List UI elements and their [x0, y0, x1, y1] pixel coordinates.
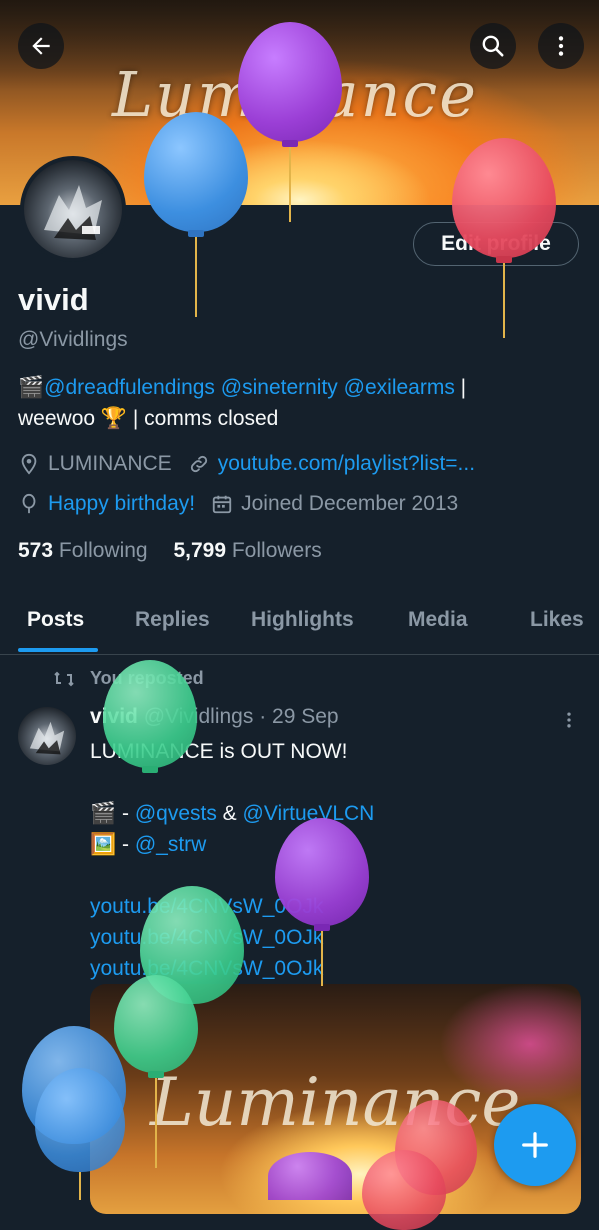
bio-mention-exilearms[interactable]: @exilearms — [344, 376, 455, 399]
bio-separator: | — [454, 376, 467, 399]
profile-meta-row-2: Happy birthday! Joined December 2013 — [18, 492, 458, 516]
tab-posts[interactable]: Posts — [27, 608, 84, 632]
tab-replies[interactable]: Replies — [135, 608, 210, 632]
tab-media[interactable]: Media — [408, 608, 468, 632]
search-icon — [482, 35, 504, 57]
avatar-art — [44, 185, 102, 240]
profile-avatar[interactable] — [20, 156, 126, 262]
mention-strw[interactable]: @_strw — [135, 833, 207, 856]
compose-post-button[interactable] — [494, 1104, 576, 1186]
followers-link[interactable]: 5,799 Followers — [173, 539, 321, 562]
location-icon — [21, 453, 37, 475]
followers-count: 5,799 — [173, 539, 227, 562]
bio-mention-sineternity[interactable]: @sineternity — [221, 376, 338, 399]
profile-joined-date: Joined December 2013 — [241, 492, 459, 515]
repost-icon — [54, 671, 74, 686]
profile-location: LUMINANCE — [48, 452, 172, 475]
profile-tabs: Posts Replies Highlights Media Likes — [0, 598, 599, 655]
active-tab-indicator — [18, 648, 98, 652]
avatar-art — [29, 721, 65, 755]
profile-handle: @Vividlings — [18, 328, 128, 351]
profile-website-link[interactable]: youtube.com/playlist?list=... — [218, 452, 475, 476]
profile-name: vivid — [18, 282, 89, 317]
following-link[interactable]: 573 Following — [18, 539, 148, 562]
more-vertical-icon — [567, 712, 571, 728]
post-more-button[interactable] — [559, 710, 579, 735]
mention-qvests[interactable]: @qvests — [135, 802, 217, 825]
profile-birthday[interactable]: Happy birthday! — [48, 492, 195, 516]
tab-highlights[interactable]: Highlights — [251, 608, 354, 632]
more-vertical-icon — [558, 36, 564, 56]
search-button[interactable] — [470, 23, 516, 69]
arrow-left-icon — [32, 37, 50, 55]
back-button[interactable] — [18, 23, 64, 69]
plus-icon — [522, 1132, 548, 1158]
bio-line-2: weewoo 🏆 | comms closed — [18, 407, 279, 430]
post-date[interactable]: 29 Sep — [272, 705, 339, 728]
tab-likes[interactable]: Likes — [530, 608, 584, 632]
profile-meta-row-1: LUMINANCE youtube.com/playlist?list=... — [18, 452, 475, 476]
following-count: 573 — [18, 539, 54, 562]
bio-mention-dreadfulendings[interactable]: @dreadfulendings — [44, 376, 215, 399]
follow-stats: 573 Following 5,799 Followers — [18, 539, 322, 563]
calendar-icon — [212, 495, 232, 514]
post-dot: · — [259, 705, 267, 728]
clapper-emoji: 🎬 — [18, 376, 45, 399]
more-options-button[interactable] — [538, 23, 584, 69]
balloon-icon — [22, 493, 36, 514]
profile-bio: 🎬@dreadfulendings @sineternity @exilearm… — [18, 372, 578, 434]
link-icon — [190, 455, 207, 473]
post-author-avatar[interactable] — [18, 707, 76, 765]
